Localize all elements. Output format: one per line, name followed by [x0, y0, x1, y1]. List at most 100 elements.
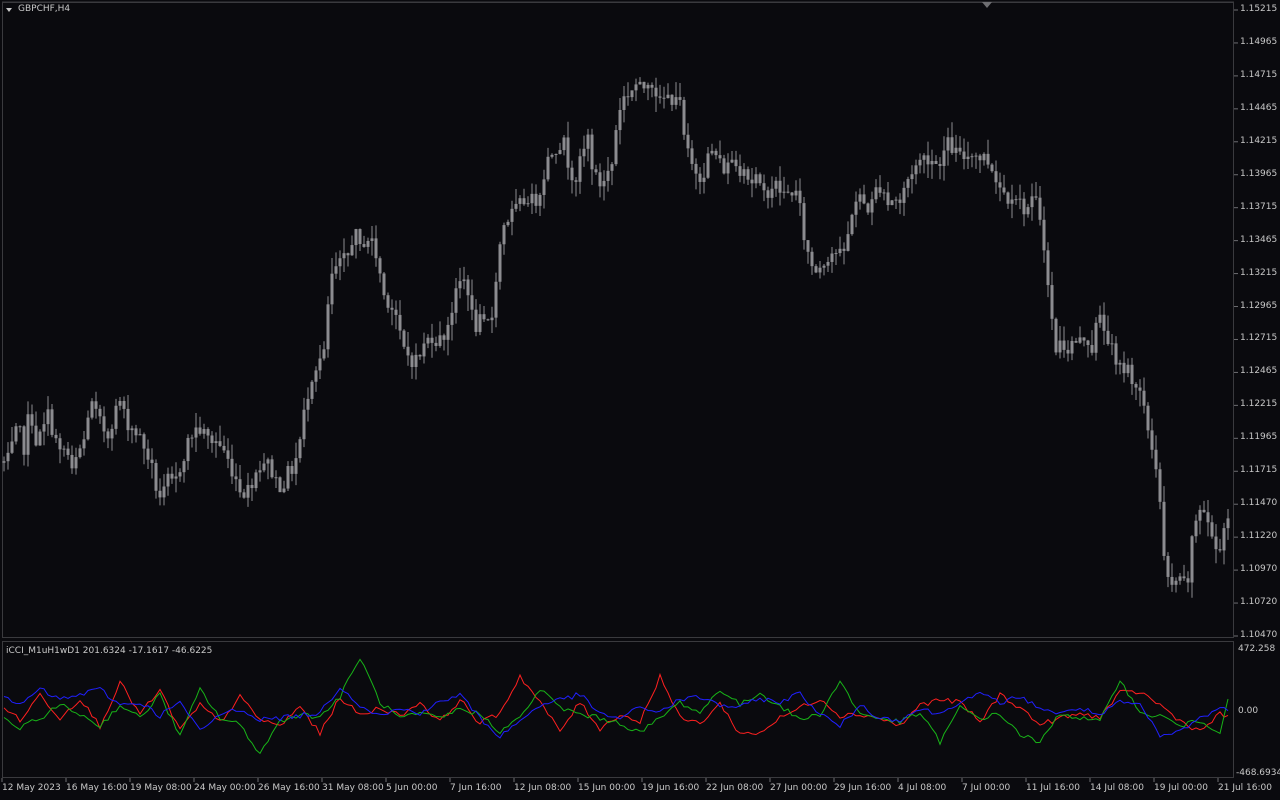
candle-body — [682, 99, 686, 135]
candle-body — [598, 172, 602, 187]
candle-body — [330, 273, 334, 305]
candle-body — [1178, 576, 1182, 581]
candle-body — [338, 258, 342, 267]
candle-body — [406, 346, 410, 356]
candle-body — [906, 179, 910, 188]
price-tick-label: 1.12715 — [1240, 333, 1278, 344]
candle-body — [1050, 285, 1054, 319]
candle-body — [306, 398, 310, 410]
candle-body — [354, 229, 358, 246]
candle-body — [498, 244, 502, 282]
candle-body — [150, 459, 154, 464]
indicator-axis-zero: 0.00 — [1238, 706, 1259, 716]
chart-shift-icon[interactable] — [982, 2, 992, 8]
candle-body — [1142, 390, 1146, 406]
candle-body — [14, 426, 18, 442]
candle-body — [386, 295, 390, 308]
candle-body — [18, 426, 22, 428]
candle-body — [634, 84, 638, 91]
candle-body — [350, 245, 354, 256]
candle-body — [130, 428, 134, 431]
candle-body — [666, 94, 670, 99]
candle-body — [1206, 512, 1210, 523]
candle-body — [730, 159, 734, 163]
time-tick-label: 7 Jul 00:00 — [962, 783, 1011, 793]
candle-body — [922, 155, 926, 160]
candle-body — [58, 438, 62, 450]
candle-body — [514, 203, 518, 209]
candle-body — [414, 354, 418, 367]
candle-body — [710, 150, 714, 154]
candle-body — [1030, 196, 1034, 208]
candle-body — [1110, 343, 1114, 345]
candle-body — [534, 193, 538, 206]
candle-body — [166, 473, 170, 487]
candle-body — [882, 192, 886, 194]
candle-body — [326, 304, 330, 350]
candle-body — [1062, 340, 1066, 350]
candle-body — [1058, 340, 1062, 353]
candle-body — [390, 307, 394, 310]
time-tick-label: 15 Jun 00:00 — [578, 783, 636, 793]
candle-body — [258, 470, 262, 473]
candle-body — [606, 170, 610, 181]
candle-body — [990, 164, 994, 172]
candle-body — [746, 169, 750, 180]
candle-body — [1094, 322, 1098, 353]
candle-body — [958, 147, 962, 152]
candle-body — [1218, 549, 1222, 551]
candle-body — [362, 244, 366, 247]
candle-body — [106, 431, 110, 439]
candle-body — [862, 194, 866, 204]
candle-body — [1066, 349, 1070, 354]
candle-body — [818, 267, 822, 273]
candle-body — [1118, 362, 1122, 365]
candle-body — [998, 182, 1002, 188]
candle-body — [418, 354, 422, 357]
candle-body — [574, 180, 578, 182]
candle-body — [1022, 198, 1026, 215]
candle-body — [126, 408, 130, 431]
time-tick-label: 24 May 00:00 — [194, 783, 256, 793]
candle-body — [914, 165, 918, 175]
candle-body — [190, 437, 194, 439]
candle-body — [202, 429, 206, 434]
candle-body — [22, 426, 26, 455]
candle-body — [750, 179, 754, 184]
candle-body — [714, 150, 718, 156]
symbol-menu-icon[interactable] — [6, 8, 12, 12]
candle-body — [1182, 576, 1186, 579]
candle-body — [546, 156, 550, 180]
candle-body — [1222, 528, 1226, 551]
candle-body — [1098, 314, 1102, 323]
price-tick-label: 1.10970 — [1240, 564, 1278, 575]
candle-body — [722, 158, 726, 174]
candle-body — [478, 314, 482, 332]
candle-body — [662, 97, 666, 99]
candle-body — [474, 309, 478, 332]
candle-body — [366, 240, 370, 247]
price-tick-label: 1.11715 — [1240, 465, 1278, 476]
candle-body — [222, 445, 226, 451]
candle-body — [1038, 197, 1042, 220]
time-tick-label: 12 May 2023 — [2, 783, 61, 793]
candle-body — [378, 258, 382, 274]
cci-line-red — [3, 672, 1229, 737]
price-tick-label: 1.14465 — [1240, 102, 1278, 113]
candle-body — [970, 156, 974, 158]
price-tick-label: 1.15215 — [1240, 4, 1278, 14]
candle-body — [146, 448, 150, 460]
candle-body — [1074, 340, 1078, 343]
candle-body — [218, 441, 222, 446]
cci-line-green — [3, 658, 1229, 755]
candle-body — [250, 484, 254, 489]
candle-body — [1170, 576, 1174, 585]
chart-canvas — [1, 1, 1238, 782]
candle-body — [1026, 207, 1030, 215]
time-tick-label: 7 Jun 16:00 — [450, 783, 502, 793]
candle-body — [70, 454, 74, 469]
candle-body — [82, 439, 86, 449]
candle-body — [530, 193, 534, 204]
price-tick-label: 1.11470 — [1240, 498, 1278, 509]
candle-body — [850, 214, 854, 235]
